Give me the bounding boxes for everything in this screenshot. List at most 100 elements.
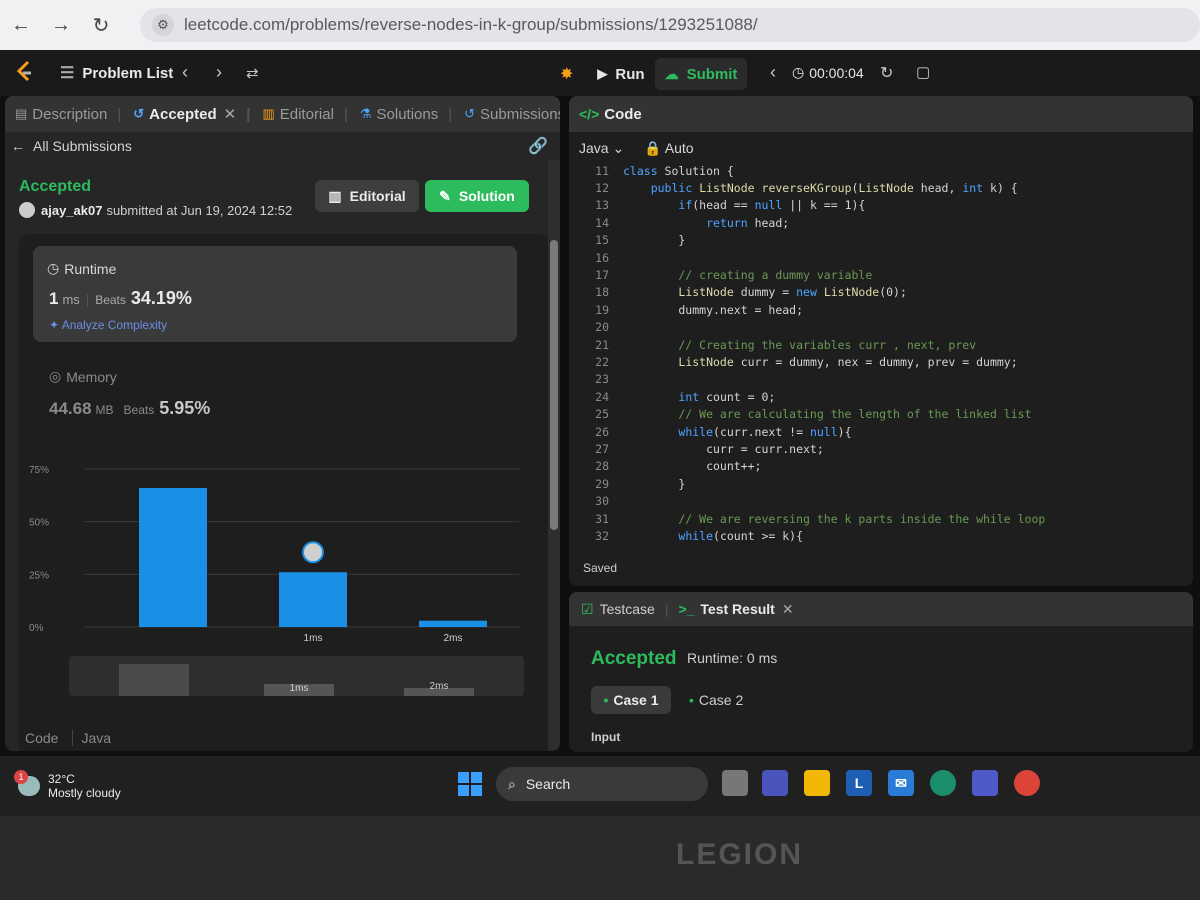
- reload-icon[interactable]: ↻: [86, 10, 116, 40]
- tab-testcase[interactable]: ☑ Testcase |: [581, 601, 668, 618]
- distribution-bar[interactable]: [139, 487, 207, 627]
- task-view-icon[interactable]: [722, 770, 748, 796]
- code-line[interactable]: 21 // Creating the variables curr , next…: [569, 336, 1193, 353]
- leetcode-logo-icon[interactable]: [14, 60, 36, 84]
- cloud-upload-icon: ☁: [664, 65, 679, 82]
- code-line[interactable]: 28 count++;: [569, 458, 1193, 475]
- memory-header[interactable]: ◎ Memory: [49, 368, 117, 385]
- beats-label: Beats: [95, 293, 126, 307]
- case-1-tab[interactable]: • Case 1: [591, 686, 671, 714]
- file-explorer-icon[interactable]: [804, 770, 830, 796]
- teams-chat-icon[interactable]: [762, 770, 788, 796]
- code-editor[interactable]: 11 class Solution {12 public ListNode rev…: [569, 162, 1193, 542]
- auto-mode[interactable]: 🔒 Auto: [644, 140, 693, 157]
- back-icon[interactable]: ←: [6, 10, 36, 40]
- code-line[interactable]: 12 public ListNode reverseKGroup(ListNod…: [569, 179, 1193, 196]
- case-2-tab[interactable]: • Case 2: [689, 686, 743, 714]
- run-button[interactable]: ▶ Run: [587, 58, 654, 90]
- analyze-complexity-link[interactable]: ✦ Analyze Complexity: [49, 318, 167, 332]
- code-line[interactable]: 23: [569, 371, 1193, 388]
- line-number: 21: [595, 337, 609, 352]
- memory-beats: 5.95%: [159, 398, 211, 418]
- distribution-bar[interactable]: [419, 620, 487, 627]
- editorial-label: Editorial: [349, 188, 406, 204]
- distribution-bar[interactable]: [279, 572, 347, 627]
- avatar[interactable]: [19, 202, 35, 218]
- teams-icon[interactable]: [972, 770, 998, 796]
- site-info-icon[interactable]: ⚙: [152, 14, 174, 36]
- code-line[interactable]: 13 if(head == null || k == 1){: [569, 197, 1193, 214]
- close-tab-icon[interactable]: ✕: [782, 601, 794, 618]
- forward-icon[interactable]: →: [46, 10, 76, 40]
- code-title: Code: [604, 105, 642, 123]
- runtime-distribution-chart[interactable]: 75% 50% 25% 0% 1ms 2ms: [19, 449, 549, 649]
- divider: |: [85, 292, 90, 307]
- collapse-icon[interactable]: ‹: [770, 62, 776, 83]
- code-line[interactable]: 30: [569, 492, 1193, 509]
- editorial-button[interactable]: ▥ Editorial: [315, 180, 419, 212]
- play-icon: ▶: [597, 66, 608, 81]
- language-select[interactable]: Java ⌄: [579, 140, 624, 157]
- mail-icon[interactable]: ✉: [888, 770, 914, 796]
- tab-editorial[interactable]: ▥ Editorial |: [262, 106, 347, 123]
- tab-label: Solutions: [376, 105, 439, 123]
- next-problem-icon[interactable]: ›: [216, 62, 222, 83]
- range-window[interactable]: [119, 664, 189, 696]
- code-line[interactable]: 17 // creating a dummy variable: [569, 266, 1193, 283]
- submit-button[interactable]: ☁ Submit: [654, 58, 748, 90]
- code-line[interactable]: 18 ListNode dummy = new ListNode(0);: [569, 284, 1193, 301]
- clock-icon: ◷: [47, 260, 60, 276]
- chrome-icon[interactable]: [1014, 770, 1040, 796]
- code-line[interactable]: 25 // We are calculating the length of t…: [569, 405, 1193, 422]
- range-selector[interactable]: 1ms 2ms: [69, 656, 524, 696]
- runtime-value: 1 ms | Beats 34.19%: [49, 288, 192, 309]
- reset-timer-icon[interactable]: ↻: [880, 63, 893, 83]
- code-line[interactable]: 14 return head;: [569, 214, 1193, 231]
- code-line[interactable]: 11 class Solution {: [569, 162, 1193, 179]
- username[interactable]: ajay_ak07: [41, 203, 102, 218]
- line-number: 25: [595, 407, 609, 422]
- code-line[interactable]: 32 while(count >= k){: [569, 527, 1193, 542]
- code-line[interactable]: 24 int count = 0;: [569, 388, 1193, 405]
- code-line[interactable]: 26 while(curr.next != null){: [569, 423, 1193, 440]
- code-line[interactable]: 20: [569, 319, 1193, 336]
- code-line[interactable]: 16: [569, 249, 1193, 266]
- code-line[interactable]: 31 // We are reversing the k parts insid…: [569, 510, 1193, 527]
- analyze-label: Analyze Complexity: [61, 318, 168, 332]
- y-tick-label: 0%: [29, 623, 44, 634]
- solution-button[interactable]: ✎ Solution: [425, 180, 529, 212]
- pass-dot-icon: •: [689, 692, 694, 708]
- code-line[interactable]: 22 ListNode curr = dummy, nex = dummy, p…: [569, 353, 1193, 370]
- tab-solutions[interactable]: ⚗ Solutions |: [360, 106, 452, 123]
- taskbar-search[interactable]: ⌕ Search: [496, 767, 708, 801]
- scrollbar[interactable]: [548, 160, 560, 750]
- scroll-thumb[interactable]: [550, 240, 558, 530]
- shuffle-icon[interactable]: ⇄: [246, 64, 259, 82]
- all-submissions-link[interactable]: ← All Submissions: [11, 138, 132, 154]
- weather-widget[interactable]: 1 32°C Mostly cloudy: [14, 770, 121, 800]
- line-number: 18: [595, 285, 609, 300]
- code-line[interactable]: 19 dummy.next = head;: [569, 301, 1193, 318]
- app-l-icon[interactable]: L: [846, 770, 872, 796]
- tab-accepted[interactable]: ↺ Accepted ✕ |: [133, 105, 250, 124]
- debug-icon[interactable]: ✸: [560, 64, 573, 84]
- submission-meta: ajay_ak07 submitted at Jun 19, 2024 12:5…: [19, 202, 292, 218]
- runtime-card[interactable]: ◷ Runtime 1 ms | Beats 34.19% ✦ Analyze …: [33, 246, 517, 342]
- code-text: // We are reversing the k parts inside t…: [623, 511, 1046, 526]
- code-line[interactable]: 27 curr = curr.next;: [569, 440, 1193, 457]
- notes-icon[interactable]: ▢: [916, 63, 930, 81]
- prev-problem-icon[interactable]: ‹: [182, 62, 188, 83]
- edge-icon[interactable]: [930, 770, 956, 796]
- tab-description[interactable]: ▤ Description |: [15, 106, 121, 123]
- tab-test-result[interactable]: >_ Test Result ✕: [678, 601, 793, 618]
- code-line[interactable]: 15 }: [569, 232, 1193, 249]
- timer[interactable]: ◷ 00:00:04: [792, 64, 864, 81]
- submitted-time: submitted at Jun 19, 2024 12:52: [106, 202, 293, 218]
- close-tab-icon[interactable]: ✕: [224, 105, 237, 123]
- tab-submissions[interactable]: ↺ Submissions: [464, 106, 560, 123]
- link-icon[interactable]: 🔗: [528, 136, 548, 156]
- windows-start-icon[interactable]: [458, 772, 482, 796]
- address-bar[interactable]: ⚙ leetcode.com/problems/reverse-nodes-in…: [140, 8, 1200, 42]
- problem-list-link[interactable]: ☰ Problem List: [60, 63, 173, 83]
- code-line[interactable]: 29 }: [569, 475, 1193, 492]
